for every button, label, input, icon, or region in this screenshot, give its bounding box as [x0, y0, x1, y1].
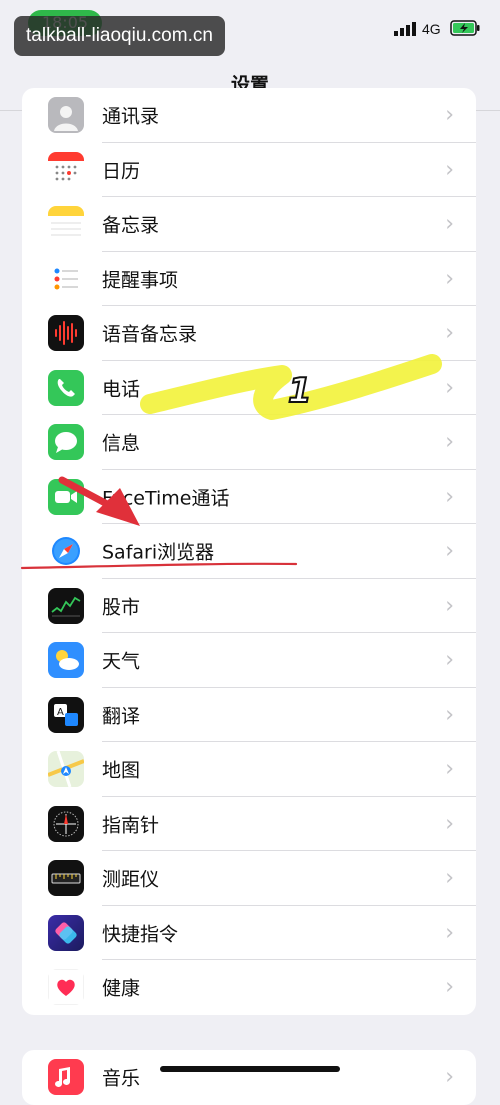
- safari-icon: [48, 533, 84, 570]
- chevron-right-icon: ›: [445, 320, 454, 346]
- settings-row-label: 音乐: [102, 1067, 141, 1090]
- facetime-icon: [48, 478, 84, 515]
- chevron-right-icon: ›: [445, 702, 454, 728]
- settings-row-label: 通讯录: [102, 105, 160, 128]
- chevron-right-icon: ›: [445, 1064, 454, 1090]
- measure-icon: [48, 860, 84, 897]
- chevron-right-icon: ›: [445, 211, 454, 237]
- settings-row-music[interactable]: 音乐 ›: [22, 1050, 476, 1105]
- chevron-right-icon: ›: [445, 974, 454, 1000]
- chevron-right-icon: ›: [445, 266, 454, 292]
- chevron-right-icon: ›: [445, 375, 454, 401]
- settings-row-label: 天气: [102, 650, 141, 673]
- shortcuts-icon: [48, 914, 84, 951]
- messages-icon: [48, 424, 84, 461]
- weather-icon: [48, 642, 84, 679]
- chevron-right-icon: ›: [445, 157, 454, 183]
- settings-row-weather[interactable]: 天气 ›: [22, 633, 476, 688]
- chevron-right-icon: ›: [445, 102, 454, 128]
- settings-row-label: 快捷指令: [102, 923, 179, 946]
- home-indicator: [160, 1066, 340, 1072]
- settings-row-calendar[interactable]: 日历 ›: [22, 143, 476, 197]
- chevron-right-icon: ›: [445, 429, 454, 455]
- settings-row-label: Safari浏览器: [102, 541, 215, 564]
- settings-row-label: 语音备忘录: [102, 323, 198, 346]
- settings-row-label: 指南针: [102, 814, 160, 837]
- settings-row-label: 健康: [102, 977, 141, 1000]
- notes-icon: [48, 206, 84, 243]
- settings-row-maps[interactable]: 地图 ›: [22, 742, 476, 797]
- settings-row-translate[interactable]: A 翻译 ›: [22, 688, 476, 742]
- chevron-right-icon: ›: [445, 647, 454, 673]
- settings-row-messages[interactable]: 信息 ›: [22, 415, 476, 470]
- network-type: 4G: [422, 21, 441, 37]
- settings-app-list: 通讯录 › 日历 › 备忘录 › 提醒事项 › 语音备忘录 › 电话 › 信息 › FaceTime通话 › S…: [22, 88, 476, 1015]
- svg-text:A: A: [57, 707, 64, 718]
- chevron-right-icon: ›: [445, 484, 454, 510]
- translate-icon: A: [48, 696, 84, 733]
- maps-icon: [48, 751, 84, 788]
- settings-row-health[interactable]: 健康 ›: [22, 960, 476, 1015]
- settings-row-contacts[interactable]: 通讯录 ›: [22, 88, 476, 143]
- settings-row-voice-memos[interactable]: 语音备忘录 ›: [22, 306, 476, 361]
- settings-row-label: 提醒事项: [102, 269, 179, 292]
- settings-media-list: 音乐 ›: [22, 1050, 476, 1105]
- status-bar: 18:05 talkball-liaoqiu.com.cn 4G: [0, 0, 500, 60]
- calendar-icon: [48, 151, 84, 188]
- settings-row-label: 股市: [102, 596, 141, 619]
- chevron-right-icon: ›: [445, 865, 454, 891]
- settings-row-phone[interactable]: 电话 ›: [22, 361, 476, 415]
- chevron-right-icon: ›: [445, 811, 454, 837]
- signal-icon: [394, 22, 416, 36]
- settings-row-compass[interactable]: 指南针 ›: [22, 797, 476, 851]
- settings-row-label: FaceTime通话: [102, 487, 230, 510]
- battery-charging-icon: [450, 20, 480, 36]
- settings-row-label: 电话: [102, 378, 141, 401]
- chevron-right-icon: ›: [445, 920, 454, 946]
- settings-row-label: 地图: [102, 759, 141, 782]
- reminders-icon: [48, 260, 84, 297]
- settings-row-reminders[interactable]: 提醒事项 ›: [22, 252, 476, 306]
- settings-row-measure[interactable]: 测距仪 ›: [22, 851, 476, 906]
- settings-row-notes[interactable]: 备忘录 ›: [22, 197, 476, 252]
- settings-row-label: 日历: [102, 160, 141, 183]
- watermark-text: talkball-liaoqiu.com.cn: [14, 16, 225, 56]
- phone-icon: [48, 369, 84, 406]
- health-icon: [48, 969, 84, 1006]
- settings-row-label: 翻译: [102, 705, 141, 728]
- settings-row-shortcuts[interactable]: 快捷指令 ›: [22, 906, 476, 960]
- stocks-icon: [48, 587, 84, 624]
- contacts-icon: [48, 97, 84, 134]
- settings-row-label: 测距仪: [102, 868, 160, 891]
- music-icon: [48, 1059, 84, 1096]
- settings-row-label: 备忘录: [102, 214, 160, 237]
- compass-icon: [48, 805, 84, 842]
- settings-row-stocks[interactable]: 股市 ›: [22, 579, 476, 633]
- chevron-right-icon: ›: [445, 593, 454, 619]
- settings-row-label: 信息: [102, 432, 141, 455]
- chevron-right-icon: ›: [445, 756, 454, 782]
- settings-row-facetime[interactable]: FaceTime通话 ›: [22, 470, 476, 524]
- chevron-right-icon: ›: [445, 538, 454, 564]
- settings-row-safari[interactable]: Safari浏览器 ›: [22, 524, 476, 579]
- voice-memos-icon: [48, 315, 84, 352]
